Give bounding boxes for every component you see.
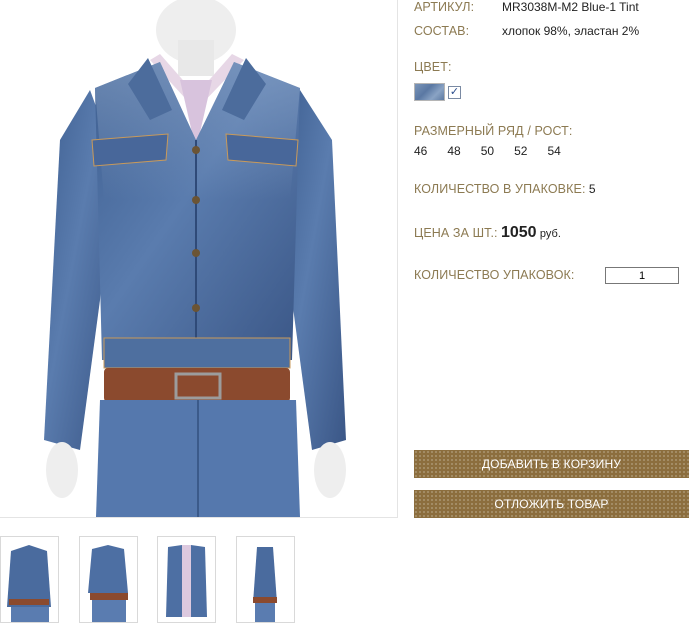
add-to-cart-button[interactable]: ДОБАВИТЬ В КОРЗИНУ [414,450,689,478]
thumbnail-open-jacket[interactable] [157,536,216,623]
size-option[interactable]: 54 [547,144,560,158]
thumbnail-front-view[interactable] [0,536,59,623]
size-option[interactable]: 50 [481,144,494,158]
main-product-photo[interactable] [0,0,398,518]
packs-quantity-input[interactable] [605,267,679,284]
article-label: АРТИКУЛ: [414,0,475,14]
pack-qty-value: 5 [588,182,596,196]
price-value: 1050 [500,224,537,241]
postpone-button[interactable]: ОТЛОЖИТЬ ТОВАР [414,490,689,518]
color-label: ЦВЕТ: [414,60,452,74]
thumbnail-side-view[interactable] [236,536,295,623]
pack-qty-label: КОЛИЧЕСТВО В УПАКОВКЕ: [414,182,586,196]
denim-jacket-image [44,0,346,517]
composition-label: СОСТАВ: [414,24,470,38]
size-list: 46 48 50 52 54 [414,144,581,158]
thumbnail-strip [0,536,400,624]
article-value: MR3038M-M2 Blue-1 Tint [502,0,639,14]
size-option[interactable]: 48 [447,144,460,158]
size-option[interactable]: 46 [414,144,427,158]
price-currency: руб. [539,228,561,240]
thumbnail-front-belt-view[interactable] [79,536,138,623]
color-options: ✓ [414,83,461,101]
color-checkbox[interactable]: ✓ [448,85,461,99]
color-swatch-denim[interactable] [414,83,445,101]
price-label: ЦЕНА ЗА ШТ.: [414,226,498,240]
size-option[interactable]: 52 [514,144,527,158]
sizes-label: РАЗМЕРНЫЙ РЯД / РОСТ: [414,124,573,138]
packs-label: КОЛИЧЕСТВО УПАКОВОК: [414,268,575,282]
composition-value: хлопок 98%, эластан 2% [502,24,640,38]
